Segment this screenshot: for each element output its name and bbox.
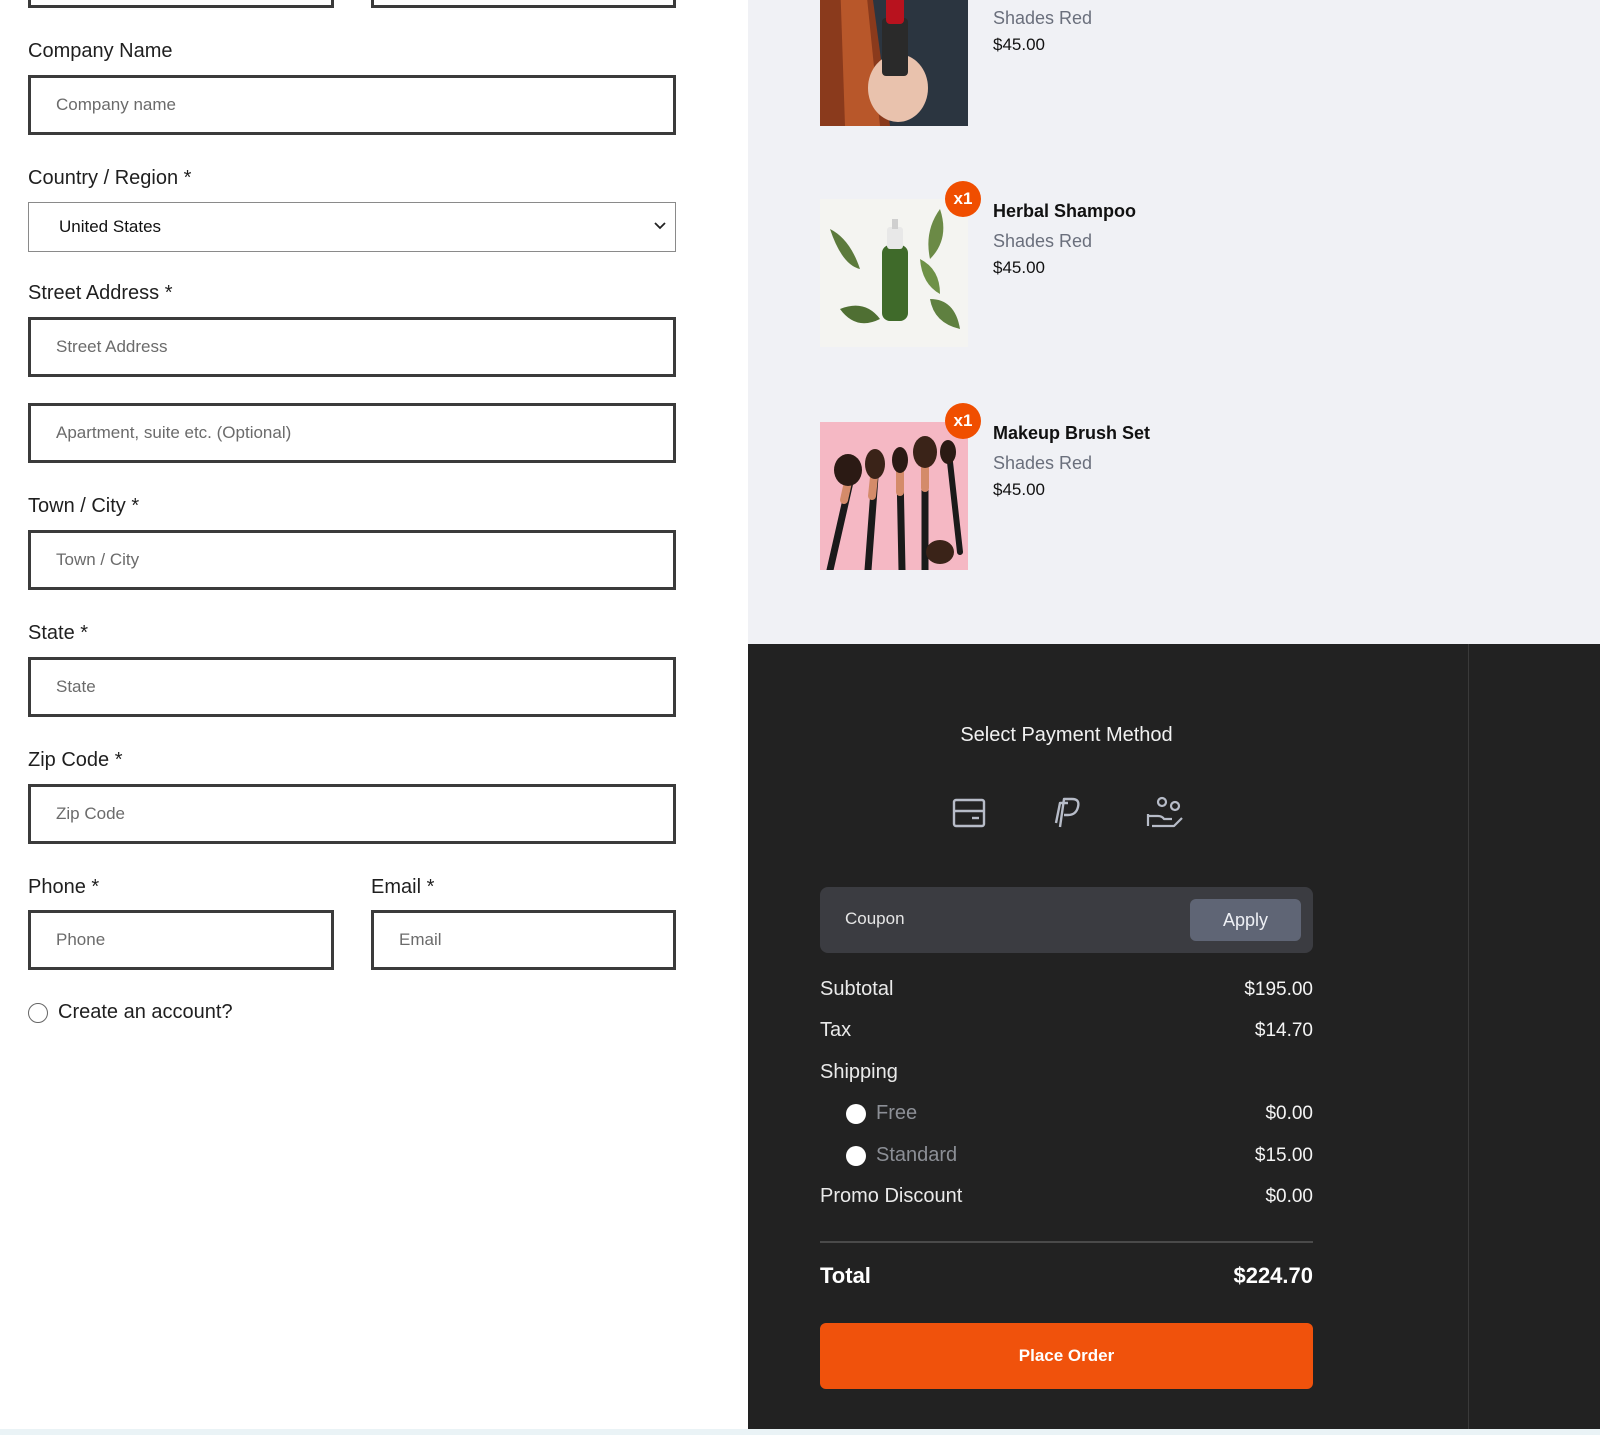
state-input[interactable]: State <box>28 657 676 717</box>
payment-panel: Select Payment Method Coupon Apply Subto… <box>748 644 1600 1429</box>
quantity-badge: x1 <box>945 181 981 217</box>
product-image-herbal-shampoo <box>820 199 968 347</box>
payment-methods <box>820 794 1313 832</box>
shipping-option-standard[interactable]: Standard $15.00 <box>846 1144 1313 1167</box>
city-label: Town / City * <box>28 495 140 517</box>
state-label: State * <box>28 622 89 644</box>
divider <box>820 1241 1313 1243</box>
panel-divider <box>1468 644 1469 1429</box>
card-icon[interactable] <box>950 794 988 832</box>
phone-input[interactable]: Phone <box>28 910 334 970</box>
tax-label: Tax <box>820 1019 852 1041</box>
item-variant: Shades Red <box>993 453 1093 473</box>
quantity-badge: x1 <box>945 403 981 439</box>
street-label: Street Address * <box>28 282 173 304</box>
apply-coupon-button[interactable]: Apply <box>1190 899 1301 941</box>
chevron-down-icon <box>654 222 666 230</box>
billing-form: Company Name Company name Country / Regi… <box>0 0 748 1429</box>
coupon-placeholder: Coupon <box>845 909 905 928</box>
tax-row: Tax $14.70 <box>820 1019 1313 1042</box>
item-price: $45.00 <box>993 480 1045 499</box>
total-value: $224.70 <box>1233 1263 1313 1288</box>
city-input[interactable]: Town / City <box>28 530 676 590</box>
product-image-nail-polish <box>820 0 968 126</box>
company-input[interactable]: Company name <box>28 75 676 135</box>
order-items-panel: Shades Red $45.00 x1 Herbal Shampoo Shad… <box>748 0 1600 644</box>
product-image-makeup-brush-set <box>820 422 968 570</box>
item-name: Makeup Brush Set <box>993 423 1151 443</box>
promo-value: $0.00 <box>1265 1185 1313 1207</box>
total-row: Total $224.70 <box>820 1263 1313 1289</box>
coupon-field[interactable]: Coupon Apply <box>820 887 1313 953</box>
total-label: Total <box>820 1263 871 1288</box>
page-bottom-edge <box>0 1429 1600 1435</box>
zip-label: Zip Code * <box>28 749 123 771</box>
zip-input[interactable]: Zip Code <box>28 784 676 844</box>
item-name: Herbal Shampoo <box>993 201 1137 221</box>
last-name-field[interactable] <box>371 0 676 8</box>
shipping-option-free[interactable]: Free $0.00 <box>846 1102 1313 1125</box>
create-account-option[interactable]: Create an account? <box>28 1001 233 1024</box>
country-value: United States <box>59 217 162 236</box>
shipping-row: Shipping <box>820 1061 1313 1084</box>
country-label: Country / Region * <box>28 167 192 189</box>
shipping-option-label: Standard <box>876 1144 958 1166</box>
place-order-button[interactable]: Place Order <box>820 1323 1313 1389</box>
country-select[interactable]: United States <box>28 202 676 252</box>
item-variant: Shades Red <box>993 231 1093 251</box>
shipping-radio[interactable] <box>846 1145 866 1166</box>
phone-placeholder: Phone <box>56 930 106 949</box>
street-placeholder: Street Address <box>56 337 168 356</box>
city-placeholder: Town / City <box>56 550 140 569</box>
street-input[interactable]: Street Address <box>28 317 676 377</box>
subtotal-value: $195.00 <box>1244 978 1313 1000</box>
zip-placeholder: Zip Code <box>56 804 125 823</box>
item-price: $45.00 <box>993 258 1045 277</box>
company-placeholder: Company name <box>56 95 177 114</box>
shipping-radio[interactable] <box>846 1103 866 1124</box>
shipping-option-price: $0.00 <box>1265 1102 1313 1124</box>
item-price: $45.00 <box>993 35 1045 54</box>
phone-label: Phone * <box>28 876 100 898</box>
shipping-option-label: Free <box>876 1102 918 1124</box>
email-input[interactable]: Email <box>371 910 676 970</box>
apartment-input[interactable]: Apartment, suite etc. (Optional) <box>28 403 676 463</box>
subtotal-row: Subtotal $195.00 <box>820 978 1313 1001</box>
promo-row: Promo Discount $0.00 <box>820 1185 1313 1208</box>
shipping-option-price: $15.00 <box>1254 1144 1313 1166</box>
company-label: Company Name <box>28 40 173 62</box>
cash-on-delivery-icon[interactable] <box>1146 794 1184 832</box>
promo-label: Promo Discount <box>820 1185 963 1207</box>
apartment-placeholder: Apartment, suite etc. (Optional) <box>56 423 292 442</box>
item-variant: Shades Red <box>993 8 1093 28</box>
subtotal-label: Subtotal <box>820 978 894 1000</box>
payment-title: Select Payment Method <box>960 724 1173 746</box>
create-account-label: Create an account? <box>58 1001 233 1023</box>
email-label: Email * <box>371 876 435 898</box>
state-placeholder: State <box>56 677 96 696</box>
create-account-radio[interactable] <box>28 1002 48 1023</box>
shipping-label: Shipping <box>820 1061 898 1083</box>
tax-value: $14.70 <box>1254 1019 1313 1041</box>
first-name-field[interactable] <box>28 0 334 8</box>
email-placeholder: Email <box>399 930 442 949</box>
paypal-icon[interactable] <box>1048 794 1086 832</box>
